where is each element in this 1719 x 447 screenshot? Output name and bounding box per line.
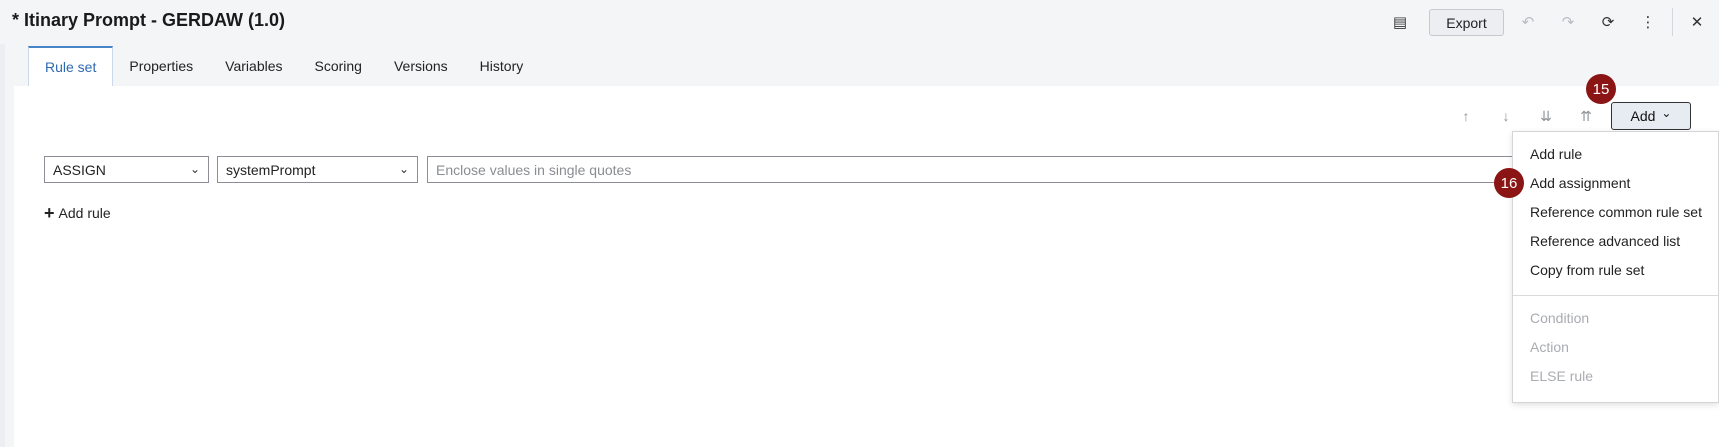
- expand-all-icon[interactable]: ⇊: [1536, 106, 1556, 126]
- rule-set-panel: [14, 86, 1719, 447]
- menu-item-add-assignment[interactable]: Add assignment: [1530, 175, 1630, 191]
- assignment-value-input[interactable]: Enclose values in single quotes: [427, 156, 1527, 183]
- step-badge-15: 15: [1586, 74, 1616, 104]
- menu-item-else-rule: ELSE rule: [1530, 368, 1594, 384]
- menu-item-copy-from-rule-set[interactable]: Copy from rule set: [1530, 262, 1644, 278]
- page-title: * Itinary Prompt - GERDAW (1.0): [12, 10, 286, 30]
- more-vertical-icon[interactable]: ⋮: [1636, 10, 1660, 34]
- undo-icon[interactable]: ↶: [1516, 10, 1540, 34]
- tab-scoring[interactable]: Scoring: [299, 46, 378, 86]
- export-button[interactable]: Export: [1429, 9, 1504, 36]
- rule-type-select[interactable]: ASSIGN ⌄: [44, 156, 209, 183]
- variable-select[interactable]: systemPrompt ⌄: [217, 156, 418, 183]
- chevron-down-icon: ⌄: [189, 162, 200, 176]
- collapse-all-icon[interactable]: ⇈: [1576, 106, 1596, 126]
- plus-icon: +: [44, 203, 55, 223]
- refresh-icon[interactable]: ⟳: [1596, 10, 1620, 34]
- redo-icon[interactable]: ↷: [1556, 10, 1580, 34]
- chevron-down-icon: ⌄: [1661, 106, 1672, 120]
- menu-item-condition: Condition: [1530, 310, 1590, 326]
- tab-versions[interactable]: Versions: [378, 46, 464, 86]
- tab-properties[interactable]: Properties: [113, 46, 209, 86]
- tab-history[interactable]: History: [464, 46, 540, 86]
- assignment-value-placeholder: Enclose values in single quotes: [436, 161, 632, 178]
- rule-type-value: ASSIGN: [53, 161, 106, 178]
- chevron-down-icon: ⌄: [398, 162, 409, 176]
- add-button-label: Add: [1630, 108, 1656, 124]
- menu-item-action: Action: [1530, 339, 1569, 355]
- add-rule-label: Add rule: [58, 205, 111, 221]
- move-down-icon[interactable]: ↓: [1496, 106, 1516, 126]
- move-up-icon[interactable]: ↑: [1456, 106, 1476, 126]
- add-dropdown-menu: Add rule Add assignment Reference common…: [1512, 131, 1719, 403]
- tab-rule-set[interactable]: Rule set: [28, 46, 114, 86]
- variable-value: systemPrompt: [226, 161, 316, 178]
- menu-item-reference-advanced-list[interactable]: Reference advanced list: [1530, 233, 1680, 249]
- tab-variables[interactable]: Variables: [209, 46, 298, 86]
- close-icon[interactable]: ✕: [1685, 10, 1709, 34]
- menu-divider: [1513, 295, 1719, 296]
- tab-bar: Rule set Properties Variables Scoring Ve…: [28, 46, 539, 86]
- left-edge-strip: [0, 44, 5, 447]
- toolbar-divider: [1672, 8, 1673, 36]
- menu-item-reference-common-rule-set[interactable]: Reference common rule set: [1530, 204, 1702, 220]
- menu-item-add-rule[interactable]: Add rule: [1530, 146, 1582, 162]
- add-button[interactable]: Add ⌄: [1611, 102, 1691, 130]
- save-icon[interactable]: ▤: [1388, 10, 1412, 34]
- add-rule-link[interactable]: + Add rule: [44, 204, 111, 222]
- step-badge-16: 16: [1494, 168, 1524, 198]
- title-bar: * Itinary Prompt - GERDAW (1.0) ▤ Export…: [0, 0, 1719, 44]
